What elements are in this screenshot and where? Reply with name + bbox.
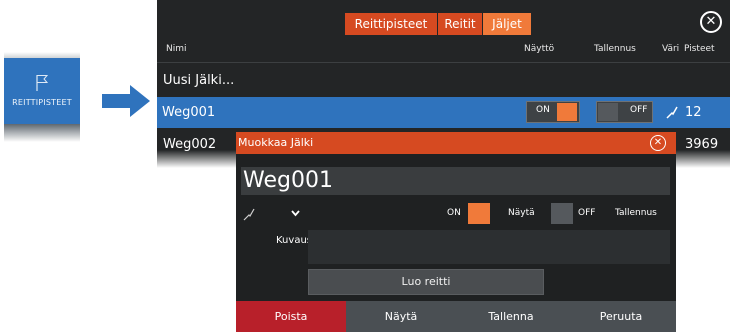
column-header-name[interactable]: Nimi [166, 44, 187, 54]
track-name: Weg001 [162, 105, 216, 120]
description-field[interactable] [308, 230, 670, 264]
record-label: Tallennus [615, 208, 657, 218]
side-button-label: REITTIPISTEET [12, 98, 72, 107]
display-label: Näytä [508, 208, 535, 218]
column-header-color[interactable]: Väri [662, 44, 679, 54]
display-toggle[interactable]: ON [526, 101, 580, 123]
record-toggle[interactable]: OFF [596, 101, 653, 123]
table-row-selected[interactable]: Weg001 ON OFF 12 [157, 97, 730, 128]
close-icon[interactable]: ✕ [700, 11, 722, 33]
track-name-value: Weg001 [243, 168, 333, 193]
line-style-icon [243, 208, 255, 221]
track-points: 12 [685, 105, 702, 120]
track-name-field[interactable]: Weg001 [241, 167, 670, 195]
save-button[interactable]: Tallenna [456, 301, 566, 332]
delete-button[interactable]: Poista [236, 301, 346, 332]
close-icon[interactable]: ✕ [650, 135, 666, 151]
header-divider [157, 62, 730, 63]
dialog-title-bar: Muokkaa Jälki ✕ [236, 132, 676, 154]
flag-icon [36, 75, 49, 91]
line-style-select[interactable] [241, 205, 303, 222]
toggle-state-label: ON [536, 105, 550, 115]
chevron-down-icon [291, 210, 300, 217]
tab-waypoints[interactable]: Reittipisteet [345, 13, 437, 35]
line-style-icon[interactable] [666, 105, 678, 119]
column-header-record[interactable]: Tallennus [594, 44, 636, 54]
display-on-label: ON [447, 208, 461, 218]
toggle-state-label: OFF [630, 105, 648, 115]
new-track-item[interactable]: Uusi Jälki... [163, 73, 234, 88]
tab-routes[interactable]: Reitit [438, 13, 482, 35]
button-reflection [4, 124, 80, 142]
dialog-title: Muokkaa Jälki [238, 136, 314, 149]
show-button[interactable]: Näytä [346, 301, 456, 332]
create-route-button[interactable]: Luo reitti [308, 269, 544, 295]
record-off-label: OFF [578, 208, 596, 218]
arrow-right-icon [102, 85, 150, 117]
toggle-knob [557, 103, 577, 121]
tab-tracks[interactable]: Jäljet [483, 13, 531, 35]
column-header-display[interactable]: Näyttö [524, 44, 554, 54]
column-header-points[interactable]: Pisteet [684, 44, 715, 54]
description-label: Kuvaus [276, 235, 312, 246]
toggle-knob [598, 103, 618, 121]
record-toggle-knob [551, 203, 573, 224]
display-toggle-knob [468, 203, 490, 224]
waypoints-side-button[interactable]: REITTIPISTEET [4, 52, 80, 142]
cancel-button[interactable]: Peruuta [566, 301, 676, 332]
edit-track-dialog: Muokkaa Jälki ✕ Weg001 ON Näytä OFF Tall… [236, 132, 676, 332]
